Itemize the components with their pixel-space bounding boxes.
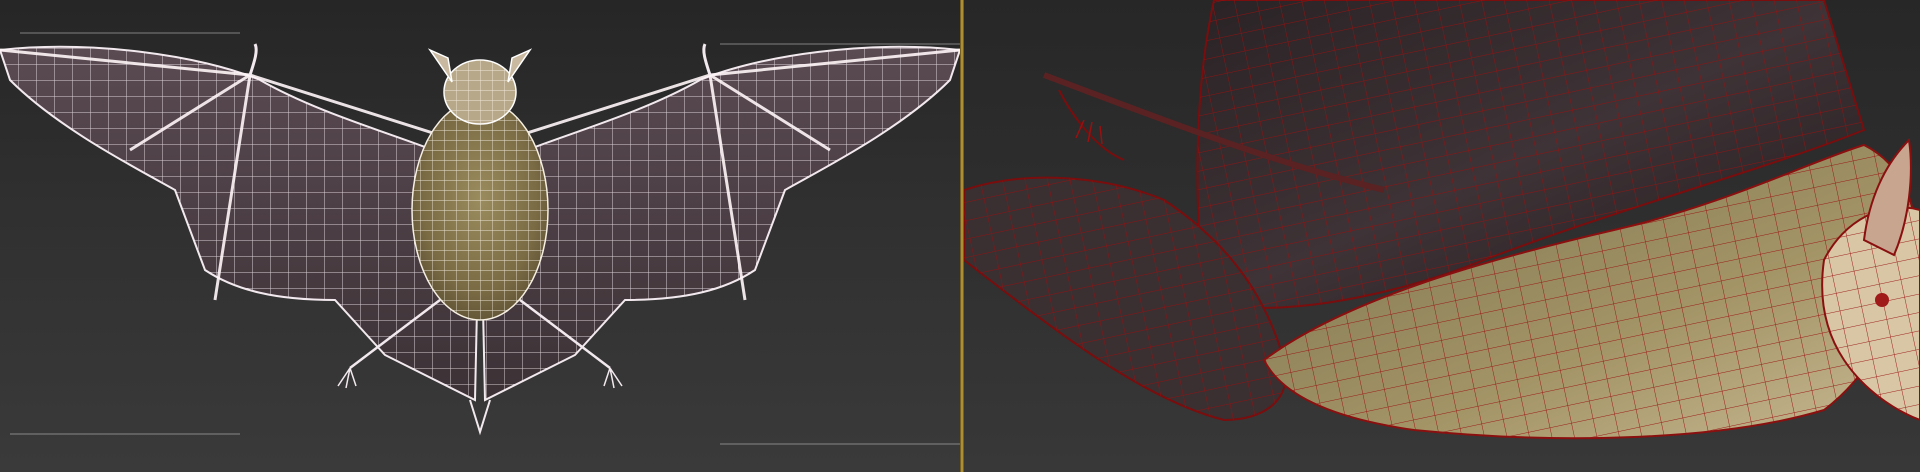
left-ear	[427, 48, 453, 83]
bat-model-top-view[interactable]	[0, 43, 960, 436]
workspace	[0, 0, 1920, 472]
bat-eye	[1875, 293, 1889, 307]
viewport-left-canvas[interactable]	[0, 0, 960, 472]
right-ear	[507, 48, 533, 83]
bat-model-perspective-view[interactable]	[964, 0, 1920, 440]
viewport-left[interactable]	[0, 0, 960, 472]
viewport-right-canvas[interactable]	[964, 0, 1920, 472]
viewport-right[interactable]	[964, 0, 1920, 472]
